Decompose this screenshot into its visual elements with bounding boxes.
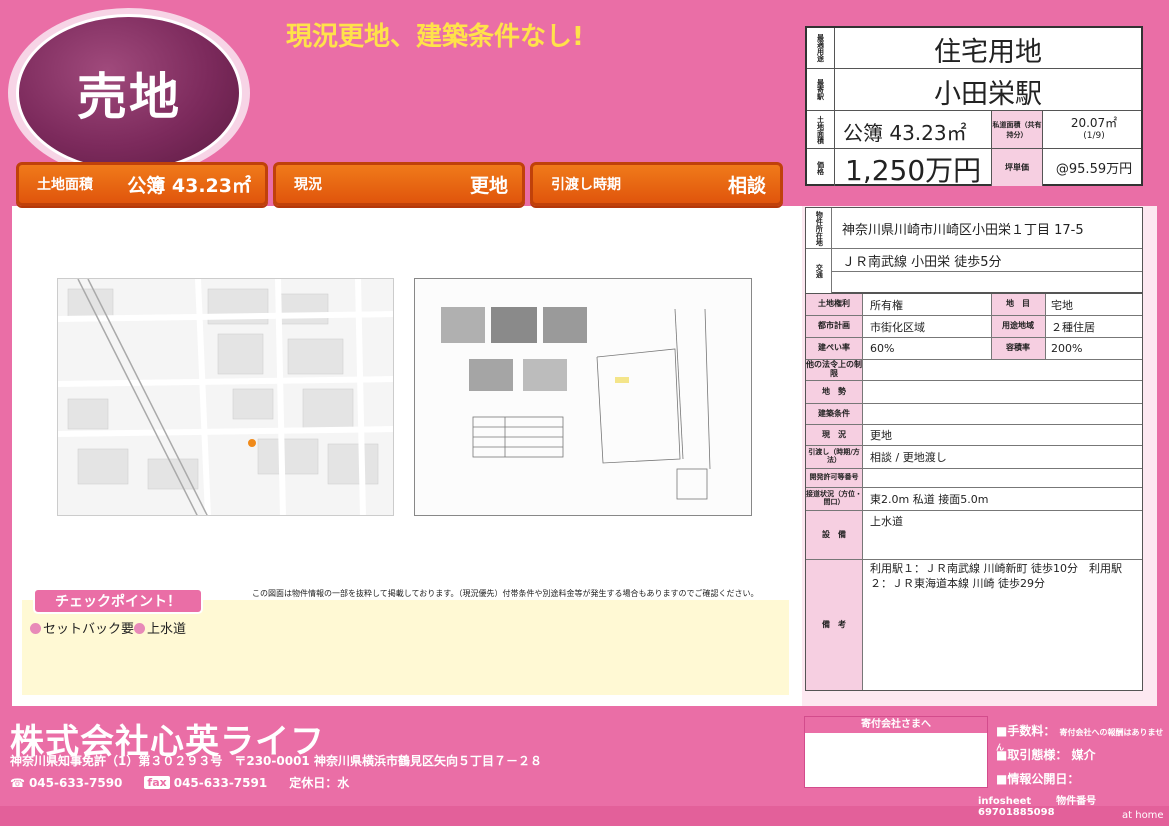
- zone-label: 用途地域: [991, 316, 1045, 337]
- tsubo-label: 坪単価: [991, 149, 1043, 186]
- infosheet-label: infosheet: [978, 796, 1032, 807]
- fax-number: 045-633-7591: [173, 775, 268, 790]
- use-value: 住宅用地: [934, 37, 1042, 68]
- checkpoint-items: セットバック要 上水道: [30, 618, 186, 637]
- station-label: 最寄駅: [807, 69, 835, 110]
- land-type-label: 地 目: [991, 294, 1045, 315]
- plan-graphic: [415, 279, 751, 515]
- details-table: 土地権利 所有権 地 目 宅地 都市計画 市街化区域 用途地域 ２種住居 建ぺい…: [805, 293, 1143, 691]
- checkpoint-panel: [22, 600, 789, 695]
- zone-value: ２種住居: [1051, 320, 1095, 334]
- bullet-icon: [30, 623, 41, 634]
- sale-badge: 売地: [16, 14, 242, 172]
- private-road-share: (1/9): [1083, 131, 1105, 141]
- publish-label: ■情報公開日：: [996, 772, 1080, 786]
- fee-label: ■手数料：: [996, 724, 1056, 738]
- pill-label: 引渡し時期: [551, 177, 621, 193]
- far-value: 200%: [1051, 342, 1083, 355]
- disclaimer-note: この図面は物件情報の一部を抜粋して掲載しております。（現況優先）付帯条件や別途料…: [252, 589, 759, 598]
- handover-value: 相談 / 更地渡し: [870, 451, 947, 464]
- pill-label: 土地面積: [37, 177, 93, 193]
- address-table: 物件所在地 神奈川県川崎市川崎区小田栄１丁目 17-5 交通 ＪＲ南武線 小田栄…: [805, 207, 1143, 293]
- city-plan-value: 市街化区域: [870, 320, 925, 334]
- tsubo-value: @95.59万円: [1055, 162, 1133, 177]
- condition-label: 建築条件: [806, 404, 862, 424]
- deal-line: ■取引態様： 媒介: [996, 746, 1096, 763]
- summary-table: 最適用途 住宅用地 最寄駅 小田栄駅 土地面積 公簿 43.23㎡ 私道面積（共…: [805, 26, 1143, 187]
- remarks-value: 利用駅１：ＪＲ南武線 川崎新町 徒歩10分 利用駅２：ＪＲ東海道本線 川崎 徒歩…: [870, 562, 1122, 590]
- deal-value: 媒介: [1071, 748, 1096, 762]
- far-label: 容積率: [991, 338, 1045, 359]
- property-number-label: 物件番号: [1056, 796, 1097, 807]
- area-label: 土地面積: [807, 111, 835, 148]
- traffic-label: 交通: [806, 249, 832, 293]
- checkpoint-item: 上水道: [134, 618, 186, 637]
- deal-label: ■取引態様：: [996, 748, 1068, 762]
- status-value: 更地: [870, 429, 892, 442]
- address-label: 物件所在地: [806, 208, 832, 248]
- checkpoint-item-text: セットバック要: [43, 622, 135, 637]
- company-license: 神奈川県知事免許（1）第３０２９３号 〒230-0001 神奈川県横浜市鶴見区矢…: [10, 754, 542, 768]
- property-number: 69701885098: [978, 807, 1055, 818]
- private-road-value: 20.07㎡: [1070, 116, 1118, 130]
- price-value: 1,250万円: [845, 154, 982, 187]
- summary-row-price: 価格 1,250万円 坪単価 @95.59万円: [807, 149, 1141, 187]
- price-label: 価格: [807, 149, 835, 186]
- traffic-value: ＪＲ南武線 小田栄 徒歩5分: [842, 254, 1002, 270]
- station-value: 小田栄駅: [934, 79, 1042, 110]
- headline: 現況更地、建築条件なし!: [286, 22, 584, 52]
- land-right-label: 土地権利: [806, 294, 862, 315]
- stamp-box: 寄付会社さまへ: [804, 716, 988, 788]
- tel-number[interactable]: 045-633-7590: [29, 776, 122, 790]
- permit-label: 開発許可等番号: [806, 469, 862, 487]
- publish-line: ■情報公開日：: [996, 770, 1079, 787]
- status-label: 現 況: [806, 425, 862, 445]
- site-plan: [414, 278, 752, 516]
- stamp-title: 寄付会社さまへ: [805, 717, 987, 733]
- pill-value: 公簿 43.23㎡: [127, 174, 251, 197]
- facility-label: 設 備: [806, 511, 862, 559]
- area-map: [57, 278, 394, 516]
- restrict-label: 他の法令上の制限: [806, 360, 862, 380]
- pill-status: 現況 更地: [273, 162, 525, 206]
- summary-row-station: 最寄駅 小田栄駅: [807, 69, 1141, 111]
- pill-label: 現況: [294, 177, 322, 193]
- holiday: 定休日：水: [289, 776, 350, 790]
- checkpoint-title: チェックポイント！: [33, 588, 203, 614]
- bcr-label: 建ぺい率: [806, 338, 862, 359]
- checkpoint-item-text: 上水道: [147, 622, 187, 637]
- use-label: 最適用途: [807, 28, 835, 68]
- city-plan-label: 都市計画: [806, 316, 862, 337]
- checkpoint-item: セットバック要: [30, 618, 134, 637]
- land-right-value: 所有権: [870, 298, 903, 312]
- brand-logo: at home: [1122, 810, 1164, 821]
- area-value: 公簿 43.23㎡: [843, 121, 967, 145]
- map-graphic: [58, 279, 393, 515]
- road-label: 接道状況（方位・間口）: [806, 488, 862, 510]
- pill-land-area: 土地面積 公簿 43.23㎡: [16, 162, 268, 206]
- private-road-label: 私道面積（共有持分）: [991, 111, 1043, 148]
- fax-icon: fax: [144, 776, 170, 789]
- terrain-label: 地 勢: [806, 381, 862, 403]
- road-value: 東2.0m 私道 接面5.0m: [870, 493, 989, 506]
- pill-handover: 引渡し時期 相談: [530, 162, 783, 206]
- bullet-icon: [134, 623, 146, 634]
- summary-row-use: 最適用途 住宅用地: [807, 28, 1141, 69]
- pill-value: 相談: [727, 174, 766, 197]
- land-type-value: 宅地: [1051, 298, 1073, 312]
- summary-row-area: 土地面積 公簿 43.23㎡ 私道面積（共有持分） 20.07㎡ (1/9): [807, 111, 1141, 149]
- bcr-value: 60%: [870, 342, 895, 355]
- badge-text: 売地: [77, 68, 181, 126]
- handover-label: 引渡し（時期/方法）: [806, 446, 862, 468]
- address-value: 神奈川県川崎市川崎区小田栄１丁目 17-5: [842, 222, 1084, 238]
- phone-icon: ☎: [10, 775, 25, 790]
- remarks-label: 備 考: [806, 560, 862, 690]
- pill-value: 更地: [469, 174, 508, 197]
- facility-value: 上水道: [870, 515, 903, 528]
- company-contact: ☎ 045-633-7590 fax 045-633-7591 定休日：水: [10, 774, 349, 791]
